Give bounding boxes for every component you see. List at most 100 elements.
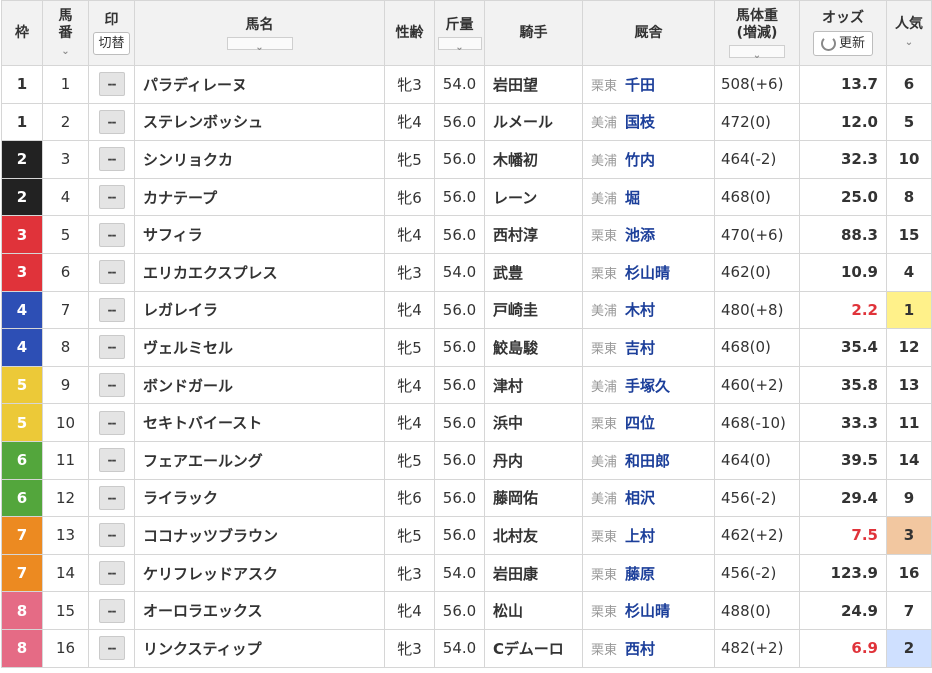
jockey-link[interactable]: 岩田康 xyxy=(484,553,583,593)
sex-age-cell: 牝5 xyxy=(384,440,435,480)
odds-update-button[interactable]: 更新 xyxy=(812,31,873,56)
trainer-link[interactable]: 千田 xyxy=(625,76,655,94)
jockey-link[interactable]: 浜中 xyxy=(484,403,583,442)
jockey-link[interactable]: 戸崎圭 xyxy=(484,290,583,330)
trainer-link[interactable]: 四位 xyxy=(625,414,655,432)
mark-select-button[interactable]: -- xyxy=(98,185,125,210)
jockey-link[interactable]: 岩田望 xyxy=(484,65,583,104)
mark-select-button[interactable]: -- xyxy=(98,72,125,97)
table-row: 7 13 -- ココナッツブラウン 牝5 56.0 北村友 栗東 上村 462(+2) 7.5 3 xyxy=(1,516,932,555)
trainer-link[interactable]: 吉村 xyxy=(625,339,655,357)
mark-select-button[interactable]: -- xyxy=(98,335,125,360)
horse-name-link[interactable]: ヴェルミセル xyxy=(134,328,385,367)
horse-name-link[interactable]: サフィラ xyxy=(134,215,385,254)
mark-select-button[interactable]: -- xyxy=(98,109,125,134)
header-kinryo[interactable]: 斤量 ⌄ xyxy=(434,0,485,66)
jockey-link[interactable]: 西村淳 xyxy=(484,215,583,254)
stable-region: 美浦 xyxy=(591,379,618,395)
horse-name-link[interactable]: エリカエクスプレス xyxy=(134,252,385,292)
waku-cell: 3 xyxy=(1,252,43,292)
jockey-link[interactable]: 津村 xyxy=(484,365,583,405)
horse-name-link[interactable]: リンクスティップ xyxy=(134,628,385,668)
sort-arrow-icon[interactable]: ⌄ xyxy=(61,46,69,57)
mark-select-button[interactable]: -- xyxy=(98,561,125,586)
trainer-link[interactable]: 堀 xyxy=(625,189,640,207)
horse-name-link[interactable]: ケリフレッドアスク xyxy=(134,553,385,593)
sort-horse-name-control[interactable]: ⌄ xyxy=(226,36,293,52)
horse-name-link[interactable]: パラディレーヌ xyxy=(134,65,385,104)
popularity-cell: 1 xyxy=(886,290,932,330)
sort-arrow-icon[interactable]: ⌄ xyxy=(905,38,913,48)
trainer-link[interactable]: 木村 xyxy=(625,301,655,319)
mark-select-button[interactable]: -- xyxy=(98,485,125,510)
trainer-link[interactable]: 上村 xyxy=(625,527,655,545)
mark-select-button[interactable]: -- xyxy=(98,260,125,285)
mark-select-button[interactable]: -- xyxy=(98,598,125,623)
header-stable: 厩舎 xyxy=(582,0,715,66)
jockey-link[interactable]: 木幡初 xyxy=(484,140,583,179)
jockey-link[interactable]: レーン xyxy=(484,177,583,217)
sort-body-weight-control[interactable]: ⌄ xyxy=(729,45,785,61)
trainer-link[interactable]: 国枝 xyxy=(625,113,655,131)
horse-name-link[interactable]: フェアエールング xyxy=(134,440,385,480)
jockey-link[interactable]: Cデムーロ xyxy=(484,628,583,668)
mark-cell: -- xyxy=(88,328,135,367)
table-row: 8 16 -- リンクスティップ 牝3 54.0 Cデムーロ 栗東 西村 482(+2) 6.9 2 xyxy=(1,628,932,668)
jockey-link[interactable]: 松山 xyxy=(484,591,583,630)
mark-select-button[interactable]: -- xyxy=(98,448,125,473)
header-body-weight[interactable]: 馬体重 (増減) ⌄ xyxy=(714,0,800,66)
kinryo-cell: 56.0 xyxy=(434,215,485,254)
header-popularity[interactable]: 人気 ⌄ xyxy=(886,0,932,66)
horse-name-link[interactable]: シンリョクカ xyxy=(134,140,385,179)
mark-select-button[interactable]: -- xyxy=(98,636,125,661)
stable-cell: 栗東 藤原 xyxy=(582,553,715,593)
mark-select-button[interactable]: -- xyxy=(98,410,125,435)
waku-cell: 4 xyxy=(1,290,43,330)
mark-toggle-button[interactable]: 切替 xyxy=(93,31,130,55)
trainer-link[interactable]: 杉山晴 xyxy=(625,602,670,620)
jockey-link[interactable]: 武豊 xyxy=(484,252,583,292)
horse-name-link[interactable]: ライラック xyxy=(134,478,385,518)
trainer-link[interactable]: 藤原 xyxy=(625,565,655,583)
mark-cell: -- xyxy=(88,628,135,668)
jockey-link[interactable]: 丹内 xyxy=(484,440,583,480)
trainer-link[interactable]: 相沢 xyxy=(625,489,655,507)
trainer-link[interactable]: 西村 xyxy=(625,640,655,658)
sort-kinryo-control[interactable]: ⌄ xyxy=(437,36,482,52)
umaban-cell: 12 xyxy=(42,478,89,518)
mark-select-button[interactable]: -- xyxy=(98,373,125,398)
horse-name-link[interactable]: レガレイラ xyxy=(134,290,385,330)
kinryo-cell: 56.0 xyxy=(434,102,485,142)
horse-name-link[interactable]: ボンドガール xyxy=(134,365,385,405)
popularity-cell: 8 xyxy=(886,177,932,217)
mark-select-button[interactable]: -- xyxy=(98,523,125,548)
horse-name-link[interactable]: カナテープ xyxy=(134,177,385,217)
header-horse-name[interactable]: 馬名 ⌄ xyxy=(134,0,385,66)
jockey-link[interactable]: 北村友 xyxy=(484,516,583,555)
popularity-cell: 16 xyxy=(886,553,932,593)
mark-select-button[interactable]: -- xyxy=(98,147,125,172)
trainer-link[interactable]: 池添 xyxy=(625,226,655,244)
stable-cell: 美浦 木村 xyxy=(582,290,715,330)
trainer-link[interactable]: 杉山晴 xyxy=(625,264,670,282)
trainer-link[interactable]: 竹内 xyxy=(625,151,655,169)
horse-name-link[interactable]: セキトバイースト xyxy=(134,403,385,442)
umaban-cell: 13 xyxy=(42,516,89,555)
horse-name-link[interactable]: オーロラエックス xyxy=(134,591,385,630)
trainer-link[interactable]: 和田郎 xyxy=(625,452,670,470)
trainer-link[interactable]: 手塚久 xyxy=(625,377,670,395)
horse-name-link[interactable]: ココナッツブラウン xyxy=(134,516,385,555)
jockey-link[interactable]: 鮫島駿 xyxy=(484,328,583,367)
kinryo-cell: 56.0 xyxy=(434,140,485,179)
header-umaban[interactable]: 馬 番 ⌄ xyxy=(42,0,89,66)
mark-select-button[interactable]: -- xyxy=(98,297,125,322)
body-weight-cell: 488(0) xyxy=(714,591,800,630)
mark-select-button[interactable]: -- xyxy=(98,222,125,247)
header-mark-label: 印 xyxy=(104,11,119,28)
jockey-link[interactable]: ルメール xyxy=(484,102,583,142)
header-odds: オッズ 更新 xyxy=(799,0,887,66)
header-sex-age: 性齢 xyxy=(384,0,435,66)
horse-name-link[interactable]: ステレンボッシュ xyxy=(134,102,385,142)
jockey-link[interactable]: 藤岡佑 xyxy=(484,478,583,518)
body-weight-cell: 456(-2) xyxy=(714,478,800,518)
